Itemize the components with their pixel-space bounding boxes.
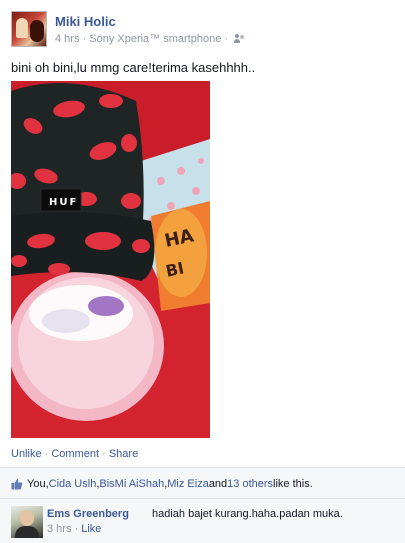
avatar-face: [20, 510, 34, 526]
post-text: bini oh bini,lu mmg care!terima kasehhhh…: [11, 60, 256, 75]
post-author-avatar[interactable]: [11, 11, 47, 47]
post-author-name[interactable]: Miki Holic: [55, 14, 116, 29]
friends-audience-icon[interactable]: [234, 34, 246, 44]
post-actions: Unlike · Comment · Share: [11, 448, 138, 460]
liker-link[interactable]: Miz Eiza: [167, 478, 209, 490]
photo-illustration: HA BI HUF: [11, 81, 210, 438]
post-meta: 4 hrs · Sony Xperia™ smartphone ·: [55, 33, 246, 45]
liker-link[interactable]: Cida Uslh: [49, 478, 97, 490]
comment-meta: 3 hrs · Like: [47, 523, 101, 535]
post-timestamp[interactable]: 4 hrs: [55, 33, 79, 45]
likes-summary: You, Cida Uslh , BisMi AiShah , Miz Eiza…: [11, 478, 313, 490]
comment-like-link[interactable]: Like: [81, 523, 101, 535]
others-link[interactable]: 13 others: [227, 478, 273, 490]
thumbs-up-icon: [11, 478, 23, 490]
comment-text: hadiah bajet kurang.haha.padan muka.: [152, 508, 343, 520]
svg-text:BI: BI: [164, 258, 186, 280]
post-device: Sony Xperia™ smartphone: [89, 33, 222, 45]
comment-link[interactable]: Comment: [51, 448, 99, 460]
post-photo[interactable]: HA BI HUF: [11, 81, 210, 438]
share-link[interactable]: Share: [109, 448, 138, 460]
unlike-link[interactable]: Unlike: [11, 448, 42, 460]
comment-author-name[interactable]: Ems Greenberg: [47, 508, 129, 520]
avatar-body: [15, 526, 39, 538]
action-separator: ·: [99, 448, 109, 460]
likes-suffix: like this.: [273, 478, 313, 490]
svg-text:HUF: HUF: [49, 197, 78, 208]
comment-author-avatar[interactable]: [11, 506, 43, 538]
avatar-figure: [16, 18, 28, 38]
avatar-figure: [30, 20, 44, 42]
comment-separator: ·: [71, 523, 82, 535]
meta-separator: ·: [221, 33, 232, 45]
action-separator: ·: [41, 448, 52, 460]
liker-link[interactable]: BisMi AiShah: [99, 478, 164, 490]
likes-you: You,: [27, 478, 49, 490]
meta-separator: ·: [79, 33, 90, 45]
likes-and: and: [208, 478, 228, 490]
feedback-divider: [0, 498, 405, 499]
comment-timestamp[interactable]: 3 hrs: [47, 523, 71, 535]
feedback-section: You, Cida Uslh , BisMi AiShah , Miz Eiza…: [0, 467, 405, 543]
